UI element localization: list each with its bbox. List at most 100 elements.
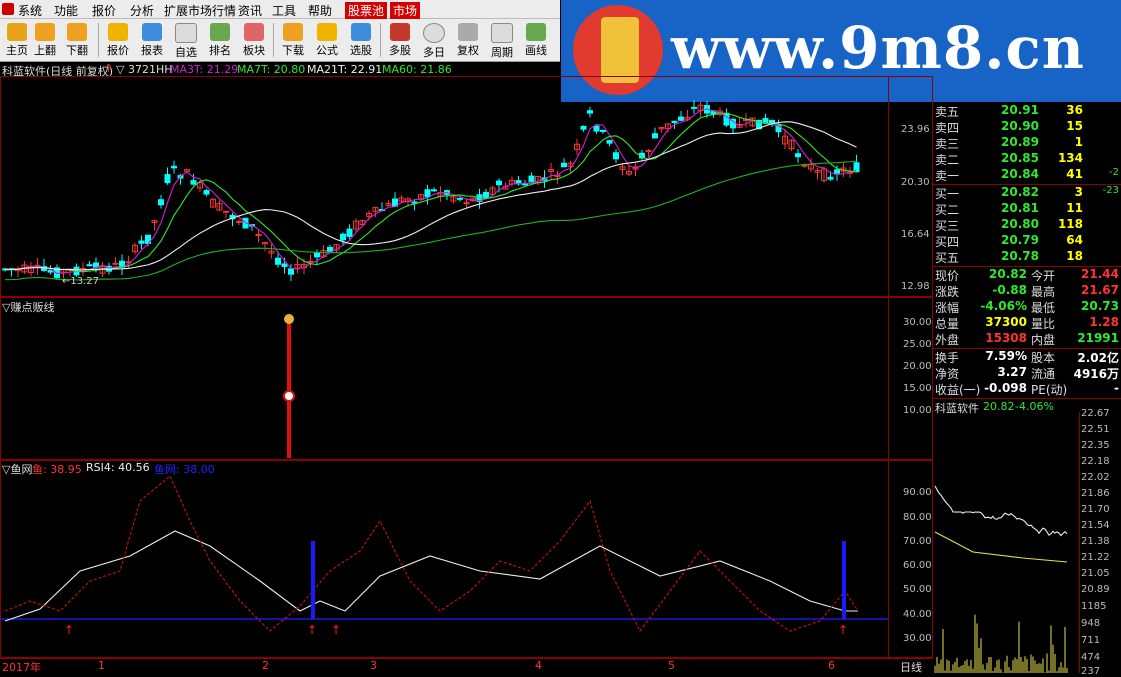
menu-tools[interactable]: 工具 [272,2,296,19]
quote-row: 换手 7.59% 股本 2.02亿 [935,349,1119,365]
menu-help[interactable]: 帮助 [308,2,332,19]
ranking-button[interactable]: 排名 [203,21,237,59]
y-tick: 21.54 [1081,520,1110,531]
candle-body [587,110,593,114]
quote-row: 涨跌 -0.88 最高 21.67 [935,283,1119,299]
watchlist-button[interactable]: 自选 [169,21,203,59]
rsi-line [4,530,858,622]
draw-line-button[interactable]: 画线 [519,21,553,59]
multi-stock-button[interactable]: 多股 [383,21,417,59]
y-tick: 16.64 [901,229,930,240]
ask-row: 卖一 20.84 41 -2 [935,167,1119,183]
candle-body [593,125,600,132]
y-tick: 21.05 [1081,568,1110,579]
y-tick: 25.00 [903,339,932,350]
download-button[interactable]: 下载 [276,21,310,59]
x-label: 3 [370,659,377,672]
stock-pick-icon [351,23,371,41]
menu-analysis[interactable]: 分析 [130,2,154,19]
ask-row: 卖四 20.90 15 [935,119,1083,135]
toolbar-divider [98,23,99,57]
candle-body [762,117,769,124]
y-tick: 15.00 [903,383,932,394]
candle-body [112,262,119,265]
buy-arrow-icon: ↑ [64,623,74,637]
menu-extended-market[interactable]: 扩展市场行情 [164,2,236,19]
formula-button[interactable]: 公式 [310,21,344,59]
multi-day-button[interactable]: 多日 [417,21,451,59]
f6-icon [175,23,197,43]
candle-body [138,240,145,244]
x-label: 6 [828,659,835,672]
bid-row: 买五 20.78 18 [935,249,1083,265]
bid-row: 买一 20.82 3 -23 [935,185,1119,201]
candle-body [346,228,353,237]
yen-icon [108,23,128,41]
y-tick: 20.30 [901,177,930,188]
quote-row: 涨幅 -4.06% 最低 20.73 [935,299,1119,315]
menu-quote[interactable]: 报价 [92,2,116,19]
quote-row: 总量 37300 量比 1.28 [935,315,1119,331]
y-tick: 30.00 [903,317,932,328]
down-arrow-icon [67,23,87,41]
candle-body [496,180,502,186]
menu-market[interactable]: 市场 [390,2,421,19]
candle-body [203,190,210,195]
candle-body [158,199,164,206]
y-tick: 12.98 [901,281,930,292]
candle-body [86,264,93,267]
candle-body [561,162,567,168]
toolbar-divider [273,23,274,57]
y-tick: 40.00 [903,609,932,620]
buy-arrow-icon: ↑ [331,623,341,637]
candle-body [580,125,587,130]
low-price-annotation: ←13.27 [62,276,100,287]
buy-arrow-icon: ↑ [838,623,848,637]
indicator2-chart: ↑ ↑ ↑ ↑ [0,475,888,637]
quote-row: 现价 20.82 今开 21.44 [935,267,1119,283]
menu-function[interactable]: 功能 [54,2,78,19]
y-tick: 22.18 [1081,456,1110,467]
quote-button[interactable]: 报价 [101,21,135,59]
page-down-button[interactable]: 下翻 [60,21,94,59]
stock-pick-button[interactable]: 选股 [344,21,378,59]
candle-body [223,210,229,213]
formula-icon [317,23,337,41]
sector-button[interactable]: 板块 [237,21,271,59]
quote-row: 收益(一) -0.098 PE(动) - [935,381,1119,397]
download-icon [283,23,303,41]
y-tick: 22.51 [1081,424,1110,435]
menu-stock-pool[interactable]: 股票池 [345,2,388,19]
restore-rights-button[interactable]: 复权 [451,21,485,59]
y-tick: 70.00 [903,536,932,547]
page-up-button[interactable]: 上翻 [28,21,62,59]
candle-body [236,220,242,223]
candlestick-chart[interactable] [0,76,888,297]
candle-body [483,191,489,198]
x-label: 5 [668,659,675,672]
draw-line-icon [526,23,546,41]
menu-news[interactable]: 资讯 [238,2,262,19]
y-tick: 711 [1081,635,1101,646]
candle-body [678,116,684,121]
home-icon [7,23,27,41]
up-arrow-icon [35,23,55,41]
quote-row: 净资 3.27 流通 4916万 [935,365,1119,381]
y-tick: 60.00 [903,560,932,571]
x-label: 2 [262,659,269,672]
menu-system[interactable]: 系统 [18,2,42,19]
y-tick: 23.96 [901,124,930,135]
report-button[interactable]: 报表 [135,21,169,59]
period-button[interactable]: 周期 [485,21,519,59]
y-tick: 21.22 [1081,552,1110,563]
report-icon [142,23,162,41]
ma60-line [4,160,857,281]
ma21-label: MA21T: 22.91 [307,63,383,76]
ranking-icon [210,23,230,41]
y-tick: 50.00 [903,584,932,595]
up-arrow-icon: ↑ [104,62,114,75]
candle-body [652,133,658,139]
intraday-chart [934,485,1068,673]
buy-arrow-icon: ↑ [307,623,317,637]
ask-row: 卖三 20.89 1 [935,135,1083,151]
